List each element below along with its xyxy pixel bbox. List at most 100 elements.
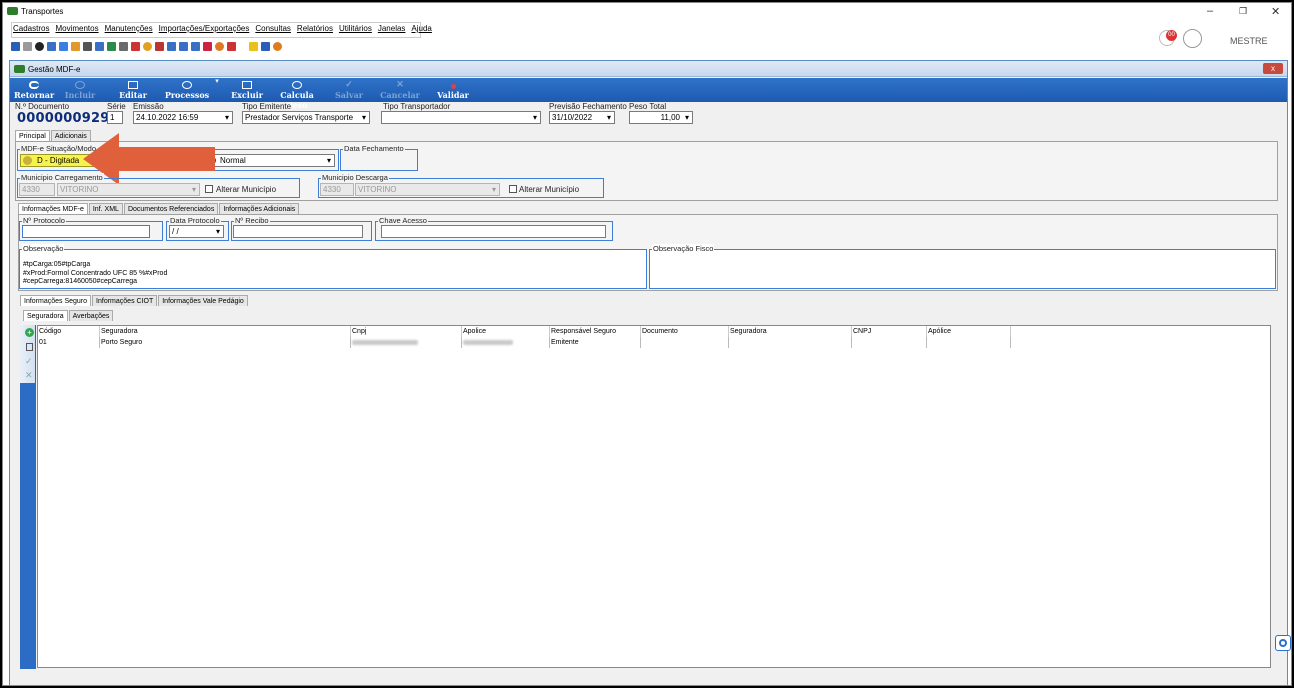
- trash-icon: [242, 81, 252, 89]
- tab-informacoes-mdfe[interactable]: Informações MDF-e: [18, 203, 88, 214]
- toolbar-gear-icon[interactable]: [119, 41, 128, 51]
- menu-consultas[interactable]: Consultas: [255, 24, 291, 36]
- toolbar-calc-icon[interactable]: [167, 41, 176, 51]
- validar-button[interactable]: Validar: [436, 78, 470, 102]
- serie-field[interactable]: 1: [107, 111, 123, 124]
- menu-movimentos[interactable]: Movimentos: [55, 24, 98, 36]
- toolbar-report-icon[interactable]: [203, 41, 212, 51]
- municipio-descarga-code[interactable]: 4330: [320, 183, 354, 196]
- tab-informacoes-adicionais[interactable]: Informações Adicionais: [219, 203, 300, 214]
- toolbar-timer-icon[interactable]: [143, 41, 152, 51]
- col-header-apolice[interactable]: Apolice: [462, 326, 550, 337]
- col-header-documento[interactable]: Documento: [641, 326, 729, 337]
- user-avatar-icon[interactable]: [1183, 29, 1202, 48]
- mdfe-close-button[interactable]: x: [1263, 63, 1283, 74]
- chave-acesso-field[interactable]: [381, 225, 606, 238]
- col-header-cnpj-2[interactable]: CNPJ: [852, 326, 927, 337]
- tab-averbacoes[interactable]: Averbações: [68, 310, 114, 321]
- cancelar-button[interactable]: ✕ Cancelar: [380, 78, 420, 102]
- municipio-descarga-select[interactable]: VITORINO: [355, 183, 500, 196]
- municipio-carregamento-select[interactable]: VITORINO: [57, 183, 200, 196]
- serie-label: Série: [107, 102, 126, 111]
- tab-inf-xml[interactable]: Inf. XML: [88, 203, 123, 214]
- col-header-codigo[interactable]: Código: [38, 326, 100, 337]
- close-icon[interactable]: ✕: [1271, 5, 1280, 18]
- peso-total-field[interactable]: 11,00: [629, 111, 693, 124]
- toolbar-truck-icon[interactable]: [11, 41, 20, 51]
- toolbar-chart-icon[interactable]: [71, 41, 80, 51]
- menu-manutencoes[interactable]: Manutenções: [105, 24, 153, 36]
- editar-button[interactable]: Editar: [116, 78, 150, 102]
- processos-button[interactable]: Processos: [162, 78, 212, 102]
- col-header-seguradora[interactable]: Seguradora: [100, 326, 351, 337]
- toolbar-flag-icon[interactable]: [155, 41, 164, 51]
- observacao-text[interactable]: #tpCarga:05#tpCarga #xProd:Formol Concen…: [23, 261, 167, 287]
- toolbar-star-icon[interactable]: [249, 41, 258, 51]
- toolbar-pdf-icon[interactable]: [227, 41, 236, 51]
- salvar-button[interactable]: ✓ Salvar: [332, 78, 366, 102]
- processos-dropdown-icon[interactable]: ▾: [212, 75, 222, 99]
- col-header-responsavel[interactable]: Responsável Seguro: [550, 326, 641, 337]
- app-titlebar: Transportes – ❐ ✕: [3, 3, 1291, 21]
- toolbar-doc-icon[interactable]: [23, 41, 32, 51]
- tab-documentos-referenciados[interactable]: Documentos Referenciados: [123, 203, 219, 214]
- window-truck-icon: [14, 65, 25, 73]
- peso-total-label: Peso Total: [629, 102, 667, 111]
- tab-principal[interactable]: Principal: [15, 130, 50, 141]
- menu-importacoes[interactable]: Importações/Exportações: [159, 24, 250, 36]
- toolbar-alert-icon[interactable]: [131, 41, 140, 51]
- toolbar-map-icon[interactable]: [107, 41, 116, 51]
- incluir-button[interactable]: Incluir: [62, 78, 98, 102]
- add-row-icon[interactable]: +: [25, 328, 34, 337]
- app-window: Transportes – ❐ ✕ Cadastros Movimentos M…: [2, 2, 1292, 686]
- alterar-municipio-descarga-label: Alterar Município: [519, 185, 580, 194]
- col-header-seguradora-2[interactable]: Seguradora: [729, 326, 852, 337]
- confirm-row-icon[interactable]: ✓: [25, 356, 33, 367]
- toolbar-menu-icon[interactable]: [83, 41, 92, 51]
- toolbar-calendar-icon[interactable]: [191, 41, 200, 51]
- delete-row-icon[interactable]: [26, 343, 33, 351]
- toolbar-window-icon[interactable]: [261, 41, 270, 51]
- alterar-municipio-carregamento-label: Alterar Município: [216, 185, 277, 194]
- alterar-municipio-carregamento-checkbox[interactable]: [205, 185, 213, 193]
- data-fechamento-label: Data Fechamento: [343, 144, 405, 153]
- menu-cadastros[interactable]: Cadastros: [13, 24, 49, 36]
- tab-informacoes-ciot[interactable]: Informações CIOT: [92, 295, 158, 306]
- menu-utilitarios[interactable]: Utilitários: [339, 24, 372, 36]
- toolbar-grid-icon[interactable]: [95, 41, 104, 51]
- app-truck-icon: [7, 7, 18, 15]
- excluir-button[interactable]: Excluir: [230, 78, 264, 102]
- toolbar-list-icon[interactable]: [59, 41, 68, 51]
- observacao-fisco-group[interactable]: Observação Fisco: [649, 244, 1276, 289]
- toolbar-power-icon[interactable]: [273, 41, 282, 51]
- tipo-transportador-select[interactable]: [381, 111, 541, 124]
- data-protocolo-field[interactable]: / /: [169, 225, 224, 238]
- nprotocolo-field[interactable]: [22, 225, 150, 238]
- tab-informacoes-vale-pedagio[interactable]: Informações Vale Pedágio: [158, 295, 248, 306]
- emissao-field[interactable]: 24.10.2022 16:59: [133, 111, 233, 124]
- menu-janelas[interactable]: Janelas: [378, 24, 406, 36]
- nrecibo-field[interactable]: [233, 225, 363, 238]
- menu-relatorios[interactable]: Relatórios: [297, 24, 333, 36]
- calcula-peso-button[interactable]: Calcula Peso: [270, 78, 324, 110]
- toolbar-table-icon[interactable]: [179, 41, 188, 51]
- cell-responsavel: Emitente: [550, 337, 641, 348]
- minimize-icon[interactable]: –: [1207, 5, 1213, 17]
- restore-icon[interactable]: ❐: [1239, 6, 1247, 17]
- toolbar-bus-icon[interactable]: [47, 41, 56, 51]
- alterar-municipio-descarga-checkbox[interactable]: [509, 185, 517, 193]
- tipo-emitente-select[interactable]: Prestador Serviços Transporte: [242, 111, 370, 124]
- col-header-apolice-2[interactable]: Apólice: [927, 326, 1011, 337]
- menu-ajuda[interactable]: Ajuda: [411, 24, 431, 36]
- previsao-fechamento-field[interactable]: 31/10/2022: [549, 111, 615, 124]
- modo-select[interactable]: Normal: [205, 154, 335, 167]
- toolbar-status-icon[interactable]: [215, 41, 224, 51]
- retornar-button[interactable]: Retornar: [14, 78, 54, 102]
- col-header-cnpj[interactable]: Cnpj: [351, 326, 462, 337]
- cancel-row-icon[interactable]: ✕: [25, 370, 33, 381]
- toolbar-clock-icon[interactable]: [35, 41, 44, 51]
- remote-support-icon[interactable]: [1275, 635, 1291, 651]
- municipio-carregamento-code[interactable]: 4330: [19, 183, 55, 196]
- tab-seguradora[interactable]: Seguradora: [23, 310, 68, 321]
- tab-informacoes-seguro[interactable]: Informações Seguro: [20, 295, 92, 306]
